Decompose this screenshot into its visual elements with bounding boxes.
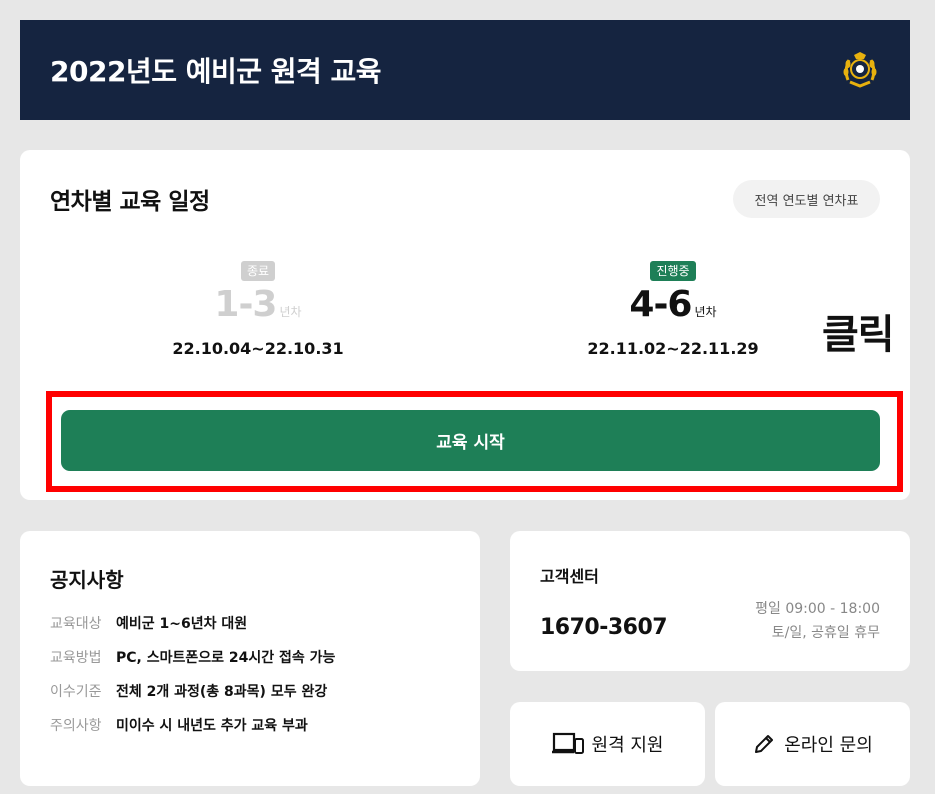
online-inquiry-button[interactable]: 온라인 문의: [715, 702, 910, 786]
notice-key: 교육방법: [50, 650, 102, 666]
status-badge: 종료: [240, 261, 276, 281]
round-dates: 22.10.04~22.10.31: [172, 339, 344, 358]
page-title: 2022년도 예비군 원격 교육: [50, 55, 382, 88]
status-badge: 진행중: [650, 261, 696, 281]
notice-row: 이수기준 전체 2개 과정(총 8과목) 모두 완강: [50, 681, 335, 715]
discharge-year-table-button[interactable]: 전역 연도별 연차표: [733, 180, 880, 218]
round-in-progress: 진행중 4-6 년차 22.11.02~22.11.29: [523, 260, 823, 358]
notice-value: 미이수 시 내년도 추가 교육 부과: [116, 718, 308, 734]
notice-key: 주의사항: [50, 718, 102, 734]
notice-row: 교육대상 예비군 1~6년차 대원: [50, 613, 335, 647]
notice-list: 교육대상 예비군 1~6년차 대원 교육방법 PC, 스마트폰으로 24시간 접…: [50, 613, 335, 749]
online-inquiry-label: 온라인 문의: [784, 735, 873, 756]
customer-center-title: 고객센터: [540, 567, 599, 586]
notice-value: 예비군 1~6년차 대원: [116, 616, 248, 632]
round-range: 1-3 년차: [108, 287, 408, 323]
round-range-value: 4-6: [629, 284, 692, 325]
round-range-unit: 년차: [279, 305, 302, 319]
customer-center-card: 고객센터 1670-3607 평일 09:00 - 18:00 토/일, 공휴일…: [510, 531, 910, 671]
round-completed: 종료 1-3 년차 22.10.04~22.10.31: [108, 260, 408, 358]
page-header: 2022년도 예비군 원격 교육: [20, 20, 910, 120]
devices-icon: [551, 732, 584, 754]
round-dates: 22.11.02~22.11.29: [587, 339, 759, 358]
customer-center-hours: 평일 09:00 - 18:00 토/일, 공휴일 휴무: [755, 597, 880, 645]
round-range: 4-6 년차: [523, 287, 823, 323]
pencil-icon: [755, 735, 774, 753]
start-education-button[interactable]: 교육 시작: [61, 410, 880, 471]
notice-title: 공지사항: [50, 568, 124, 592]
notice-card: 공지사항 교육대상 예비군 1~6년차 대원 교육방법 PC, 스마트폰으로 2…: [20, 531, 480, 786]
weekday-hours: 평일 09:00 - 18:00: [755, 601, 880, 617]
weekend-hours: 토/일, 공휴일 휴무: [771, 625, 880, 641]
notice-value: PC, 스마트폰으로 24시간 접속 가능: [116, 650, 336, 666]
remote-support-button[interactable]: 원격 지원: [510, 702, 705, 786]
remote-support-label: 원격 지원: [591, 735, 664, 756]
notice-row: 교육방법 PC, 스마트폰으로 24시간 접속 가능: [50, 647, 335, 681]
notice-key: 교육대상: [50, 616, 102, 632]
notice-key: 이수기준: [50, 684, 102, 700]
schedule-title: 연차별 교육 일정: [50, 189, 210, 215]
round-range-unit: 년차: [694, 305, 717, 319]
laurel-emblem-icon: [843, 52, 877, 88]
notice-value: 전체 2개 과정(총 8과목) 모두 완강: [116, 684, 328, 700]
click-annotation: 클릭: [822, 312, 895, 358]
round-range-value: 1-3: [214, 284, 277, 325]
customer-center-phone[interactable]: 1670-3607: [540, 615, 668, 640]
notice-row: 주의사항 미이수 시 내년도 추가 교육 부과: [50, 715, 335, 749]
